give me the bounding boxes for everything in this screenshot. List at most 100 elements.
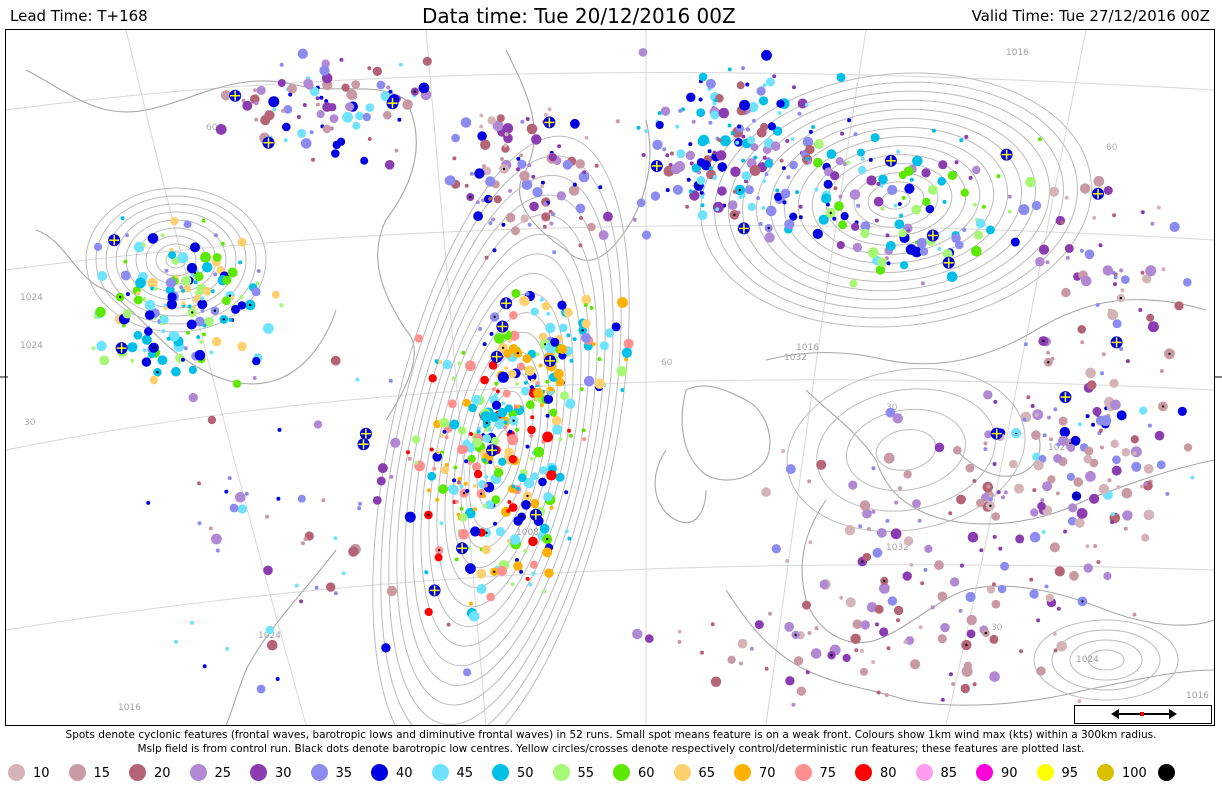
cyclone-spot [1042,481,1052,492]
cyclone-spot [710,110,720,120]
cyclone-spot [1131,461,1142,472]
cyclone-spot [1001,495,1005,500]
cyclone-spot [1065,255,1070,260]
legend-label: 95 [1061,766,1079,781]
legend-swatch [310,764,328,781]
cyclone-spot [402,99,413,110]
cyclone-spot [120,270,131,281]
cyclone-spot [495,389,500,394]
cyclone-spot [141,242,146,247]
cyclone-spot [136,291,141,296]
cyclone-spot [460,117,472,128]
control-run-marker [262,136,275,149]
map-panel[interactable]: 1024 1024 1016 1024 1032 1016 1024 1016 1032 1024… [5,29,1215,726]
cyclone-spot [504,366,509,371]
barotropic-low-dot [830,654,833,657]
isobar-label: 1024 [20,293,43,303]
cyclone-spot [542,224,547,229]
cyclone-spot [691,119,696,124]
barotropic-low-dot [738,188,741,192]
cyclone-spot [584,135,589,140]
cyclone-spot [962,228,967,232]
cyclone-spot [381,643,391,653]
cyclone-spot [508,344,519,354]
cyclone-spot [848,480,858,490]
cyclone-spot [388,378,393,383]
cyclone-spot [677,629,682,634]
cyclone-spot [237,301,246,310]
cyclone-spot [422,56,432,66]
cyclone-spot [465,489,470,493]
cyclone-spot [503,420,508,425]
cyclone-spot [451,133,460,143]
cyclone-spot [710,676,722,687]
cyclone-spot [886,261,891,266]
cyclone-spot [444,462,449,467]
cyclone-spot [484,255,489,260]
cyclone-spot [1077,325,1086,334]
cyclone-spot [147,277,158,288]
cyclone-spot [93,314,98,319]
cyclone-spot [1031,200,1042,211]
cyclone-spot [953,445,962,455]
cyclone-spot [986,585,996,594]
cyclone-spot [488,221,493,226]
cyclone-feature-map[interactable]: 1024102410161024103210161024101610321024… [6,30,1214,725]
barotropic-low-dot [794,633,797,637]
cyclone-spot [283,105,293,114]
cyclone-spot [645,634,654,643]
cyclone-spot [239,295,244,299]
cyclone-spot [495,527,505,537]
cyclone-spot [761,49,772,61]
cyclone-spot [739,99,750,111]
legend-swatch [250,764,267,781]
cyclone-spot [174,274,179,279]
cyclone-spot [676,149,686,159]
cyclone-spot [919,247,929,256]
cyclone-spot [1077,422,1082,427]
cyclone-spot [983,390,993,400]
cyclone-spot [497,407,508,418]
cyclone-spot [197,481,201,486]
cyclone-spot [1055,491,1060,496]
cyclone-spot [578,243,583,248]
control-run-marker [357,438,370,451]
cyclone-spot [819,579,829,590]
cyclone-spot [279,62,284,67]
cyclone-spot [545,413,550,418]
cyclone-spot [638,48,648,57]
legend-label: 40 [396,766,413,781]
cyclone-spot [857,148,865,157]
cyclone-spot [1110,399,1121,411]
cyclone-spot [496,565,508,577]
cyclone-spot [294,583,299,588]
cyclone-spot [322,102,332,112]
cyclone-spot [197,299,208,310]
cyclone-spot [605,328,615,338]
cyclone-spot [758,96,769,106]
wind-colour-legend: 10 15 20 25 30 35 40 45 50 55 60 65 70 75 80 85 90 95 100 [0,759,1222,785]
cyclone-spot [1147,423,1152,428]
cyclone-spot [1018,204,1030,216]
cyclone-spot [414,334,423,343]
cyclone-spot [894,500,899,505]
legend-swatch [915,764,933,781]
cyclone-spot [1035,256,1045,267]
cyclone-spot [765,77,775,87]
cyclone-spot [550,337,560,347]
cyclone-spot [141,357,152,367]
cyclone-spot [315,96,320,101]
cyclone-spot [265,625,274,635]
cyclone-spot [552,424,563,435]
legend-label: 70 [759,766,776,781]
cyclone-spot [546,311,551,316]
cyclone-spot [965,463,975,473]
cyclone-spot [161,329,166,334]
cyclone-spot [579,216,583,220]
cyclone-spot [281,108,285,113]
cyclone-spot [1111,465,1122,476]
cyclone-spot [213,272,218,277]
cyclone-spot [972,479,977,483]
cyclone-spot [538,363,543,368]
cyclone-spot [575,159,585,169]
